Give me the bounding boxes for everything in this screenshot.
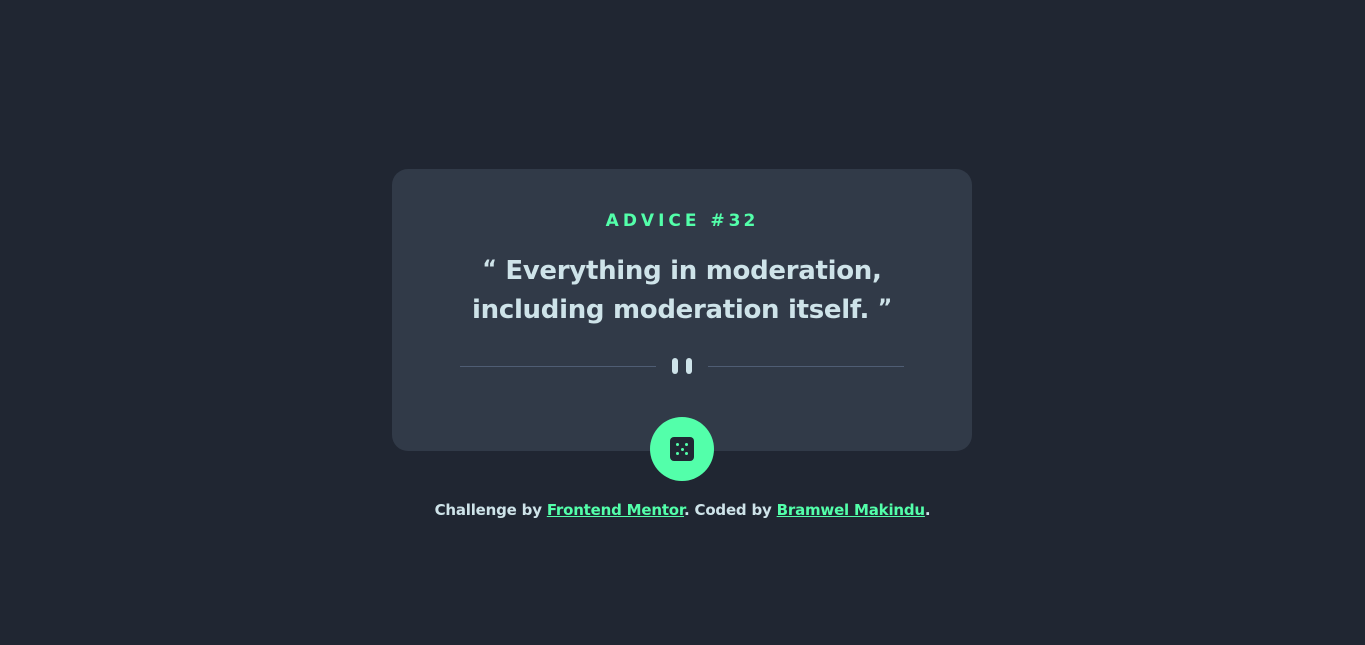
divider-line-right bbox=[708, 366, 904, 367]
attribution-suffix: . bbox=[924, 501, 931, 519]
pattern-divider bbox=[460, 358, 904, 374]
advice-id-heading: ADVICE #32 bbox=[392, 210, 972, 232]
attribution-prefix: Challenge by bbox=[434, 501, 547, 519]
dice-pip bbox=[680, 447, 684, 451]
frontend-mentor-link[interactable]: Frontend Mentor bbox=[547, 501, 684, 519]
attribution: Challenge by Frontend Mentor. Coded by B… bbox=[0, 500, 1365, 520]
attribution-middle: . Coded by bbox=[683, 501, 777, 519]
pause-icon bbox=[672, 358, 692, 374]
advice-quote: “ Everything in moderation, including mo… bbox=[452, 251, 912, 329]
dice-pip bbox=[676, 443, 679, 446]
close-quote-mark: ” bbox=[877, 296, 892, 321]
pause-bar-left bbox=[672, 358, 678, 374]
advice-text: Everything in moderation, including mode… bbox=[472, 256, 882, 325]
dice-pip bbox=[685, 452, 688, 455]
dice-icon bbox=[670, 437, 694, 461]
divider-line-left bbox=[460, 366, 656, 367]
new-advice-button[interactable] bbox=[650, 417, 714, 481]
author-link[interactable]: Bramwel Makindu bbox=[777, 501, 925, 519]
open-quote-mark: “ bbox=[482, 257, 497, 282]
advice-label: ADVICE # bbox=[605, 211, 729, 231]
dice-pip bbox=[685, 443, 688, 446]
advice-number: 32 bbox=[728, 211, 759, 231]
pause-bar-right bbox=[686, 358, 692, 374]
dice-pip bbox=[676, 452, 679, 455]
advice-card: ADVICE #32 “ Everything in moderation, i… bbox=[392, 169, 972, 451]
